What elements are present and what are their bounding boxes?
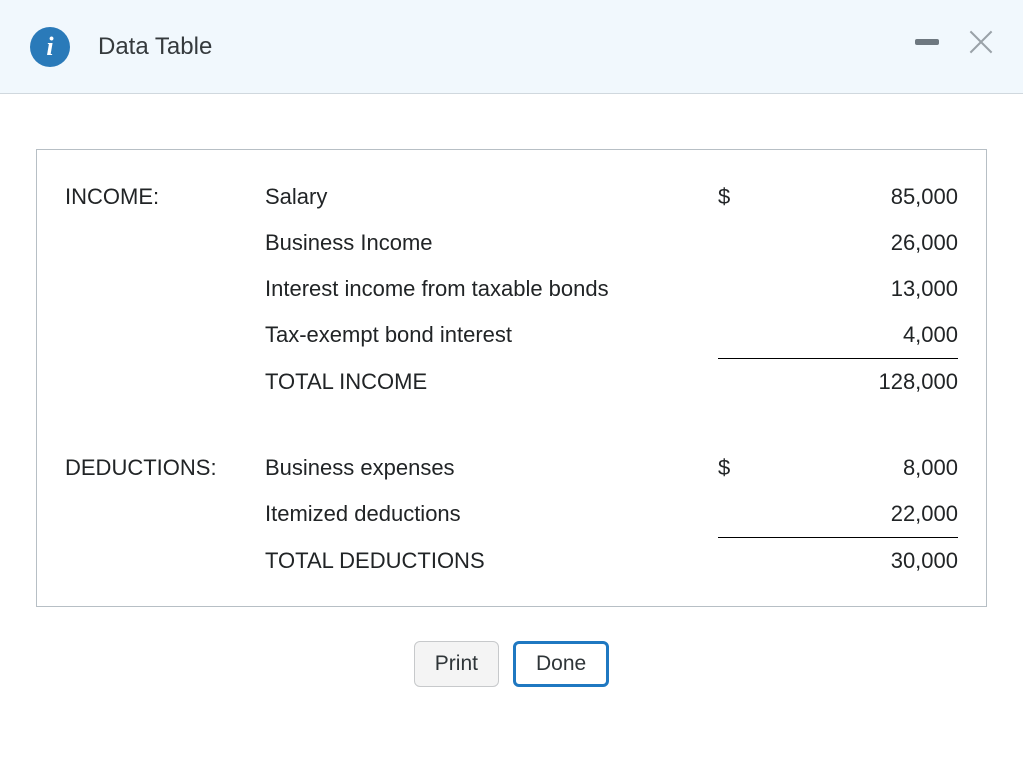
- close-icon[interactable]: [969, 30, 993, 54]
- row-label: TOTAL DEDUCTIONS: [265, 538, 718, 585]
- content-area: INCOME: Salary $ 85,000 Business Income …: [0, 94, 1023, 687]
- table-row: Interest income from taxable bonds 13,00…: [65, 266, 958, 312]
- row-value: 26,000: [778, 220, 958, 266]
- row-label: TOTAL INCOME: [265, 359, 718, 406]
- table-row: TOTAL DEDUCTIONS 30,000: [65, 538, 958, 585]
- window-controls: [915, 30, 993, 54]
- section-heading-income: INCOME:: [65, 174, 265, 220]
- row-label: Interest income from taxable bonds: [265, 266, 718, 312]
- row-value: 4,000: [778, 312, 958, 359]
- row-value: 8,000: [778, 445, 958, 491]
- currency-symbol: $: [718, 445, 778, 491]
- minimize-icon[interactable]: [915, 39, 939, 45]
- done-button[interactable]: Done: [513, 641, 609, 687]
- dialog-title: Data Table: [98, 33, 212, 61]
- table-row: Tax-exempt bond interest 4,000: [65, 312, 958, 359]
- button-row: Print Done: [36, 641, 987, 687]
- table-row: TOTAL INCOME 128,000: [65, 359, 958, 406]
- table-row: INCOME: Salary $ 85,000: [65, 174, 958, 220]
- dialog-header: i Data Table: [0, 0, 1023, 94]
- row-label: Business Income: [265, 220, 718, 266]
- table-row: DEDUCTIONS: Business expenses $ 8,000: [65, 445, 958, 491]
- section-heading-deductions: DEDUCTIONS:: [65, 445, 265, 491]
- row-value: 85,000: [778, 174, 958, 220]
- info-icon: i: [30, 27, 70, 67]
- row-label: Salary: [265, 174, 718, 220]
- table-row: Itemized deductions 22,000: [65, 491, 958, 538]
- row-value: 30,000: [778, 538, 958, 585]
- table-row: Business Income 26,000: [65, 220, 958, 266]
- spacer-row: [65, 405, 958, 445]
- row-label: Tax-exempt bond interest: [265, 312, 718, 359]
- row-value: 13,000: [778, 266, 958, 312]
- row-label: Business expenses: [265, 445, 718, 491]
- print-button[interactable]: Print: [414, 641, 499, 687]
- row-value: 22,000: [778, 491, 958, 538]
- row-value: 128,000: [778, 359, 958, 406]
- currency-symbol: $: [718, 174, 778, 220]
- financial-table: INCOME: Salary $ 85,000 Business Income …: [65, 174, 958, 584]
- row-label: Itemized deductions: [265, 491, 718, 538]
- data-table-box: INCOME: Salary $ 85,000 Business Income …: [36, 149, 987, 607]
